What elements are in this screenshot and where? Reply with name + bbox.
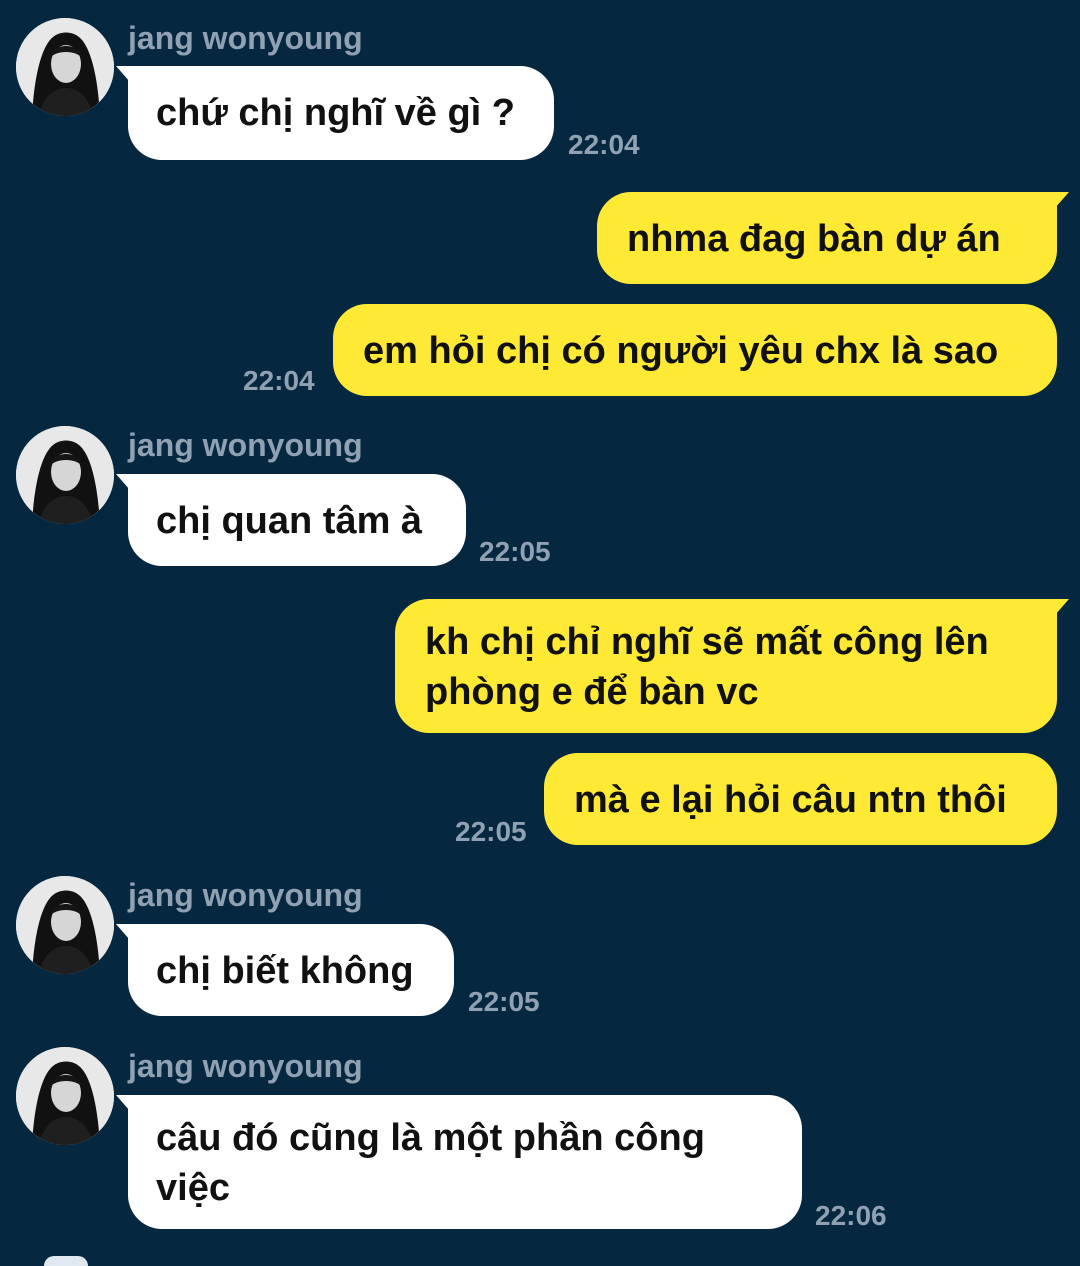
- message-timestamp: 22:05: [455, 816, 527, 847]
- message-text: mà e lại hỏi câu ntn thôi: [574, 779, 1007, 821]
- message-bubble-outgoing[interactable]: kh chị chỉ nghĩ sẽ mất công lên phòng e …: [395, 599, 1069, 733]
- contact-avatar[interactable]: [16, 426, 114, 524]
- sender-name: jang wonyoung: [128, 20, 363, 56]
- contact-avatar[interactable]: [16, 18, 114, 116]
- contact-avatar[interactable]: [16, 1047, 114, 1145]
- message-bubble-incoming[interactable]: chị biết không: [116, 924, 454, 1016]
- profile-photo-icon: [16, 426, 114, 524]
- bubble-tail: [116, 474, 130, 490]
- bubble-tail: [116, 924, 130, 940]
- message-timestamp: 22:05: [468, 986, 540, 1017]
- message-timestamp: 22:05: [479, 536, 551, 567]
- bubble-tail: [1055, 192, 1069, 208]
- message-bubble-outgoing[interactable]: mà e lại hỏi câu ntn thôi: [544, 753, 1057, 845]
- message-text: chị quan tâm à: [156, 500, 423, 542]
- sender-name: jang wonyoung: [128, 1048, 363, 1084]
- sender-name: jang wonyoung: [128, 427, 363, 463]
- message-bubble-incoming[interactable]: chị quan tâm à: [116, 474, 466, 566]
- contact-avatar[interactable]: [16, 876, 114, 974]
- bubble-tail: [116, 1095, 130, 1111]
- message-timestamp: 22:06: [815, 1200, 887, 1231]
- sender-name: jang wonyoung: [128, 877, 363, 913]
- message-text: em hỏi chị có người yêu chx là sao: [363, 330, 999, 372]
- message-timestamp: 22:04: [568, 129, 640, 160]
- bubble-tail: [116, 66, 130, 82]
- message-text: câu đó cũng là một phần công việc: [156, 1117, 716, 1209]
- profile-photo-icon: [16, 876, 114, 974]
- message-text: chị biết không: [156, 950, 414, 992]
- bubble-tail: [1055, 599, 1069, 615]
- profile-photo-icon: [16, 1047, 114, 1145]
- message-text: kh chị chỉ nghĩ sẽ mất công lên phòng e …: [425, 621, 1000, 713]
- profile-photo-icon: [16, 18, 114, 116]
- message-bubble-incoming[interactable]: câu đó cũng là một phần công việc: [116, 1095, 802, 1229]
- message-text: chứ chị nghĩ về gì ?: [156, 92, 515, 134]
- message-bubble-incoming[interactable]: chứ chị nghĩ về gì ?: [116, 66, 554, 160]
- message-text: nhma đag bàn dự án: [627, 218, 1001, 260]
- message-timestamp: 22:04: [243, 365, 315, 396]
- message-bubble-outgoing[interactable]: nhma đag bàn dự án: [597, 192, 1069, 284]
- message-bubble-outgoing[interactable]: em hỏi chị có người yêu chx là sao: [333, 304, 1057, 396]
- next-avatar-peek: [44, 1256, 88, 1266]
